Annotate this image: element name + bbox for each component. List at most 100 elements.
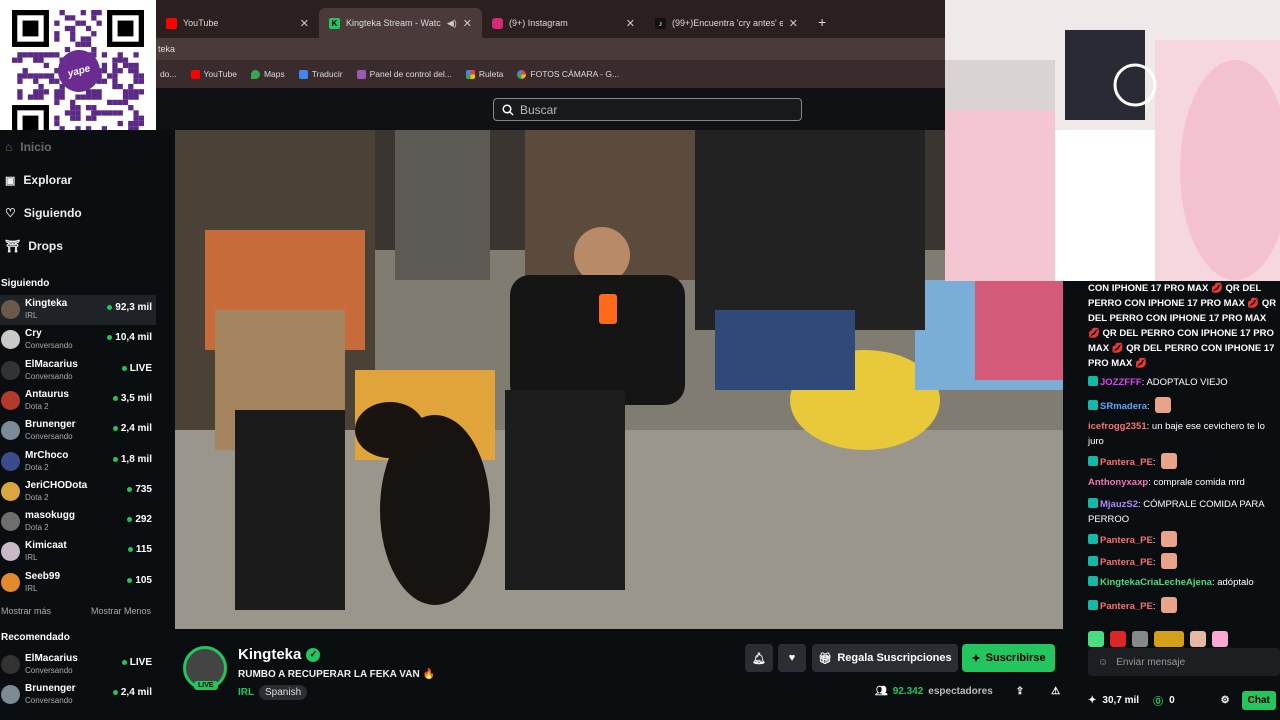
following-title: Siguiendo bbox=[1, 278, 50, 289]
browser-tab-kingteka[interactable]: K Kingteka Stream - Watch L ◀) ✕ bbox=[319, 8, 482, 38]
bookmark-ruleta[interactable]: Ruleta bbox=[465, 69, 503, 79]
channel-row[interactable]: masokugg Dota 2 292 bbox=[0, 507, 156, 537]
show-more-link[interactable]: Mostrar más bbox=[1, 606, 51, 616]
chat-username[interactable]: SRmadera bbox=[1100, 401, 1147, 412]
address-bar[interactable]: teka bbox=[156, 38, 945, 60]
close-icon[interactable]: ✕ bbox=[300, 17, 309, 30]
browser-tab-youtube[interactable]: YouTube ✕ bbox=[156, 8, 319, 38]
channel-row[interactable]: Antaurus Dota 2 3,5 mil bbox=[0, 386, 156, 416]
new-tab-button[interactable]: + bbox=[808, 14, 836, 38]
category-link[interactable]: IRL bbox=[238, 687, 254, 698]
channel-name: MrChoco bbox=[25, 449, 69, 461]
close-icon[interactable]: ✕ bbox=[789, 17, 798, 30]
bookmarks-bar: do... YouTube Maps Traducir Panel de con… bbox=[156, 60, 945, 88]
emote-icon[interactable] bbox=[1212, 631, 1228, 647]
nav-inicio[interactable]: ⌂ Inicio bbox=[5, 140, 52, 154]
notification-button[interactable]: 🔔︎ bbox=[745, 644, 773, 672]
channel-category: Dota 2 bbox=[25, 492, 49, 502]
emoji-icon[interactable]: ☺ bbox=[1098, 657, 1108, 668]
channel-row[interactable]: ElMacarius Conversando LIVE bbox=[0, 356, 156, 386]
channel-name[interactable]: Kingteka ✓ bbox=[238, 646, 321, 663]
channel-name: Brunenger bbox=[25, 419, 76, 431]
emote-icon[interactable] bbox=[1154, 631, 1184, 647]
chat-footer: ✦ 30,7 mil ⓪ 0 ⚙ Chat bbox=[1088, 689, 1280, 711]
video-player[interactable] bbox=[175, 130, 1063, 629]
show-less-link[interactable]: Mostrar Menos bbox=[91, 606, 151, 616]
emote-icon[interactable] bbox=[1190, 631, 1206, 647]
channel-row[interactable]: Cry Conversando 10,4 mil bbox=[0, 325, 156, 355]
nav-drops[interactable]: ⛩ Drops bbox=[5, 239, 63, 253]
sidebar: ⌂ Inicio ▣ Explorar ♡ Siguiendo ⛩ Drops Sigu… bbox=[0, 130, 156, 720]
channel-category: Dota 2 bbox=[25, 401, 49, 411]
browser-tab-strip: YouTube ✕ K Kingteka Stream - Watch L ◀)… bbox=[156, 0, 945, 38]
chat-username[interactable]: Pantera_PE bbox=[1100, 557, 1153, 568]
chat-message: Pantera_PE: bbox=[1088, 453, 1280, 470]
bookmark-item[interactable]: do... bbox=[160, 69, 177, 79]
channel-row[interactable]: JeriCHODota Dota 2 735 bbox=[0, 477, 156, 507]
chat-input[interactable]: ☺ Enviar mensaje bbox=[1088, 648, 1280, 676]
search-box[interactable] bbox=[493, 98, 802, 121]
sub-badge-icon bbox=[1088, 556, 1098, 566]
channel-row[interactable]: Brunenger Conversando 2,4 mil bbox=[0, 416, 156, 446]
channel-name: Antaurus bbox=[25, 388, 69, 400]
top-bar bbox=[156, 88, 945, 130]
chat-username[interactable]: KingtekaCriaLecheAjena bbox=[1100, 577, 1212, 588]
live-dot-icon bbox=[127, 517, 133, 523]
bookmark-traducir[interactable]: Traducir bbox=[298, 69, 343, 79]
emote-icon[interactable] bbox=[1088, 631, 1104, 647]
subscribe-button[interactable]: ✦ Suscribirse bbox=[962, 644, 1055, 672]
channel-row[interactable]: ElMacarius Conversando LIVE bbox=[0, 650, 156, 680]
channel-row[interactable]: MrChoco Dota 2 1,8 mil bbox=[0, 447, 156, 477]
nav-explorar[interactable]: ▣ Explorar bbox=[5, 173, 72, 187]
close-icon[interactable]: ✕ bbox=[626, 17, 635, 30]
nav-siguiendo[interactable]: ♡ Siguiendo bbox=[5, 206, 82, 220]
emote-bar bbox=[1088, 631, 1280, 647]
points-count: 30,7 mil bbox=[1102, 694, 1140, 706]
chat-message: KingtekaCriaLecheAjena: adóptalo bbox=[1088, 575, 1280, 590]
browser-tab-tiktok[interactable]: ♪ (99+)Encuentra 'cry antes' en T ✕ bbox=[645, 8, 808, 38]
viewer-number: 92.342 bbox=[892, 686, 924, 697]
chat-text: adóptalo bbox=[1217, 577, 1254, 588]
language-tag[interactable]: Spanish bbox=[259, 685, 308, 700]
gift-subs-button[interactable]: 🎁︎ Regala Suscripciones bbox=[812, 644, 958, 672]
chat-username[interactable]: icefrogg2351 bbox=[1088, 421, 1147, 432]
viewer-count: LIVE bbox=[121, 363, 152, 374]
channel-row[interactable]: Kimicaat IRL 115 bbox=[0, 537, 156, 567]
chat-username[interactable]: MjauzS2 bbox=[1100, 499, 1138, 510]
emote-icon[interactable] bbox=[1132, 631, 1148, 647]
channel-category: Dota 2 bbox=[25, 462, 49, 472]
sub-badge-icon bbox=[1088, 534, 1098, 544]
streamer-webcam bbox=[945, 0, 1280, 281]
bookmark-maps[interactable]: Maps bbox=[250, 69, 285, 79]
chat-username[interactable]: Pantera_PE bbox=[1100, 601, 1153, 612]
bookmark-panel[interactable]: Panel de control del... bbox=[356, 69, 452, 79]
gear-icon[interactable]: ⚙ bbox=[1221, 695, 1230, 706]
close-icon[interactable]: ✕ bbox=[463, 17, 472, 30]
bookmark-youtube[interactable]: YouTube bbox=[190, 69, 237, 79]
avatar bbox=[1, 481, 20, 501]
emote-icon[interactable] bbox=[1110, 631, 1126, 647]
channel-row[interactable]: Seeb99 IRL 105 bbox=[0, 568, 156, 598]
chat-username[interactable]: JOZZFFF bbox=[1100, 377, 1142, 388]
chat-username[interactable]: Pantera_PE bbox=[1100, 457, 1153, 468]
channel-row[interactable]: Brunenger Conversando 2,4 mil bbox=[0, 680, 156, 710]
live-dot-icon bbox=[112, 426, 118, 432]
chat-username[interactable]: Anthonyxaxp bbox=[1088, 477, 1148, 488]
speaker-icon[interactable]: ◀) bbox=[447, 18, 457, 29]
search-input[interactable] bbox=[520, 102, 780, 117]
follow-button[interactable]: ♥ bbox=[778, 644, 806, 672]
bookmark-fotos[interactable]: FOTOS CÁMARA - G... bbox=[517, 69, 619, 79]
live-dot-icon bbox=[127, 486, 133, 492]
live-dot-icon bbox=[127, 577, 133, 583]
chat-username[interactable]: Pantera_PE bbox=[1100, 535, 1153, 546]
channel-row[interactable]: Kingteka IRL 92,3 mil bbox=[0, 295, 156, 325]
report-icon[interactable]: ⚠ bbox=[1051, 686, 1060, 697]
app-root: YouTube ✕ K Kingteka Stream - Watch L ◀)… bbox=[0, 0, 1280, 720]
chat-button[interactable]: Chat bbox=[1241, 690, 1276, 710]
emote-icon bbox=[1161, 597, 1178, 613]
avatar bbox=[1, 572, 20, 592]
avatar bbox=[1, 300, 20, 319]
share-icon[interactable]: ⇪ bbox=[1016, 686, 1024, 697]
url-text: teka bbox=[158, 44, 176, 54]
browser-tab-instagram[interactable]: (9+) Instagram ✕ bbox=[482, 8, 645, 38]
